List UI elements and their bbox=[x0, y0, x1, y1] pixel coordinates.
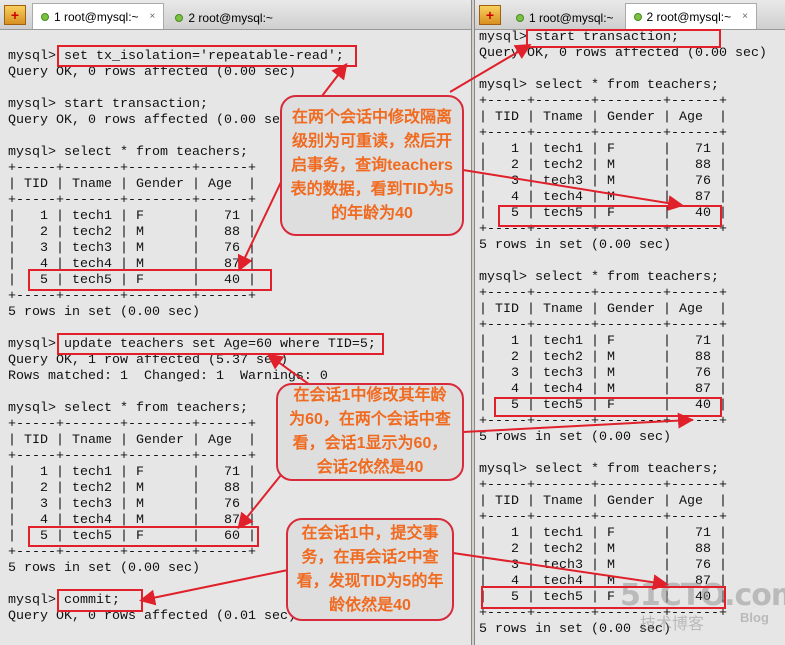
annotation-callout-1: 在两个会话中修改隔离级别为可重读，然后开启事务，查询teachers表的数据，看… bbox=[280, 95, 464, 236]
arrow bbox=[237, 179, 283, 272]
arrow bbox=[237, 469, 286, 530]
arrow bbox=[266, 353, 311, 386]
arrow bbox=[462, 412, 694, 433]
arrow bbox=[462, 169, 684, 211]
arrow bbox=[321, 62, 348, 97]
arrow bbox=[139, 569, 289, 606]
arrow bbox=[452, 552, 669, 591]
annotation-callout-3: 在会话1中，提交事务，在再会话2中查看，发现TID为5的年龄依然是40 bbox=[286, 518, 454, 621]
arrow bbox=[449, 43, 532, 93]
annotation-callout-2: 在会话1中修改其年龄为60，在两个会话中查看，会话1显示为60，会话2依然是40 bbox=[276, 383, 464, 481]
